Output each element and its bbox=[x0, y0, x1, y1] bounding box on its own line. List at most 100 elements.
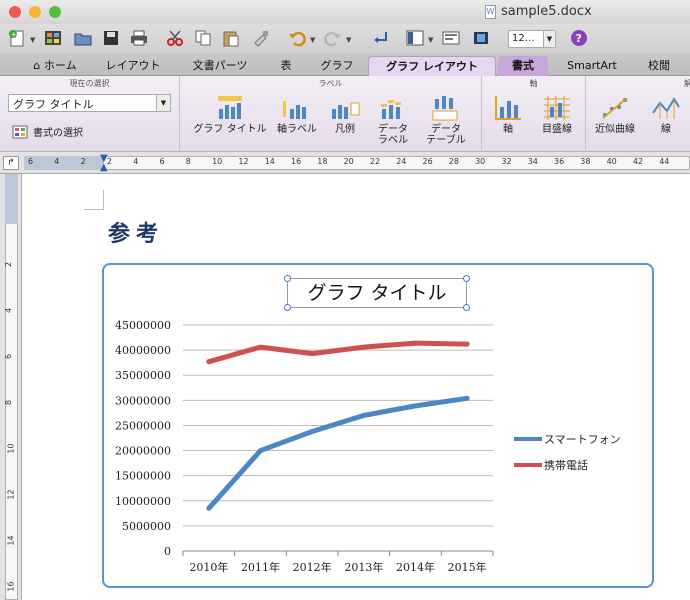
legend-label: 凡例 bbox=[335, 124, 355, 135]
media-button[interactable] bbox=[470, 27, 492, 49]
ruler-number: 8 bbox=[185, 157, 191, 166]
sidebar-icon bbox=[406, 30, 424, 46]
svg-text:?: ? bbox=[576, 32, 582, 45]
help-button[interactable]: ? bbox=[568, 27, 590, 49]
ruler-number: 34 bbox=[527, 157, 538, 166]
sidebar-button[interactable] bbox=[404, 27, 426, 49]
gallery-button[interactable] bbox=[440, 27, 462, 49]
undo-icon bbox=[289, 31, 306, 47]
vertical-ruler-margin-shade bbox=[5, 174, 18, 224]
format-painter-button[interactable] bbox=[250, 27, 272, 49]
zoom-window-button[interactable] bbox=[49, 6, 61, 18]
tab-home[interactable]: ⌂ ホーム bbox=[20, 56, 90, 76]
ruler-number: 10 bbox=[212, 157, 223, 166]
axes-label: 軸 bbox=[503, 124, 513, 135]
ruler-number: 20 bbox=[343, 157, 354, 166]
redo-dropdown-icon[interactable]: ▼ bbox=[346, 36, 351, 44]
vertical-ruler-number: 6 bbox=[4, 353, 14, 360]
tab-stop-selector[interactable]: ↱ bbox=[3, 156, 19, 170]
title-handle-sw[interactable] bbox=[284, 304, 291, 311]
zoom-dropdown-icon[interactable]: ▼ bbox=[543, 31, 555, 47]
lines-label: 線 bbox=[661, 124, 671, 135]
lines-icon bbox=[652, 97, 680, 119]
analysis-group: 解 近似曲線 線 bbox=[586, 76, 690, 152]
axis-labels-button[interactable]: 軸ラベル bbox=[274, 91, 320, 135]
gridlines-label: 目盛線 bbox=[542, 124, 572, 135]
window-title-text: sample5.docx bbox=[501, 4, 592, 19]
title-handle-nw[interactable] bbox=[284, 275, 291, 282]
open-button[interactable] bbox=[72, 27, 94, 49]
minimize-window-button[interactable] bbox=[29, 6, 41, 18]
print-icon bbox=[131, 30, 147, 46]
tab-table[interactable]: 表 bbox=[266, 56, 306, 76]
vertical-ruler-number: 10 bbox=[6, 443, 16, 454]
ruler-number: 6 bbox=[159, 157, 165, 166]
undo-dropdown-icon[interactable]: ▼ bbox=[310, 36, 315, 44]
new-doc-dropdown-icon[interactable]: ▼ bbox=[30, 36, 35, 44]
vertical-ruler[interactable]: 2 4 6 8 10 12 14 16 bbox=[0, 174, 22, 600]
gridlines-button[interactable]: 目盛線 bbox=[532, 91, 582, 135]
tab-smartart[interactable]: SmartArt bbox=[552, 56, 632, 76]
current-selection-dropdown[interactable]: グラフ タイトル ▼ bbox=[8, 94, 171, 112]
save-icon bbox=[104, 31, 118, 45]
ribbon-panel: 現在の選択 グラフ タイトル ▼ 書式の選択 ラベル グラフ タイトル 軸ラベル… bbox=[0, 76, 690, 152]
undo-button[interactable] bbox=[286, 27, 308, 49]
chart-title[interactable]: グラフ タイトル bbox=[287, 278, 467, 308]
legend-item: スマートフォン bbox=[514, 426, 621, 452]
data-labels-button[interactable]: データ ラベル bbox=[370, 91, 416, 146]
zoom-combo[interactable]: 12… ▼ bbox=[508, 30, 556, 48]
cut-button[interactable] bbox=[164, 27, 186, 49]
ruler-number: 32 bbox=[501, 157, 512, 166]
copy-icon bbox=[195, 30, 211, 46]
horizontal-ruler[interactable]: ↱ ▼ ▲ 6 4 2 2 4 6 8 10 12 14 16 18 20 22 24 26 28 30 32 34 36… bbox=[0, 152, 690, 174]
axes-group: 軸 軸 目盛線 bbox=[482, 76, 586, 152]
trendline-button[interactable]: 近似曲線 bbox=[590, 91, 640, 135]
save-button[interactable] bbox=[100, 27, 122, 49]
analysis-group-label: 解 bbox=[684, 79, 690, 88]
chart-title-label: グラフ タイトル bbox=[193, 124, 267, 135]
tab-layout[interactable]: レイアウト bbox=[92, 56, 174, 76]
new-doc-button[interactable]: + bbox=[6, 27, 28, 49]
tab-format[interactable]: 書式 bbox=[498, 56, 548, 76]
window-titlebar: W sample5.docx bbox=[0, 0, 690, 24]
title-handle-ne[interactable] bbox=[463, 275, 470, 282]
title-handle-se[interactable] bbox=[463, 304, 470, 311]
ruler-number: 2 bbox=[80, 157, 86, 166]
labels-group: ラベル グラフ タイトル 軸ラベル 凡例 データ ラベル データ テーブル bbox=[180, 76, 482, 152]
brush-icon bbox=[254, 31, 268, 47]
paste-icon bbox=[223, 31, 239, 47]
sidebar-dropdown-icon[interactable]: ▼ bbox=[428, 36, 433, 44]
home-icon: ⌂ bbox=[33, 59, 44, 72]
format-selection-label: 書式の選択 bbox=[33, 128, 83, 139]
chart-legend[interactable]: スマートフォン 携帯電話 bbox=[514, 426, 621, 478]
tab-chart[interactable]: グラフ bbox=[308, 56, 366, 76]
close-window-button[interactable] bbox=[9, 6, 21, 18]
redo-button[interactable] bbox=[322, 27, 344, 49]
tab-chart-layout[interactable]: グラフ レイアウト bbox=[368, 56, 496, 76]
ruler-number: 40 bbox=[606, 157, 617, 166]
data-table-button[interactable]: データ テーブル bbox=[418, 91, 474, 146]
copy-button[interactable] bbox=[192, 27, 214, 49]
trendline-icon bbox=[602, 97, 628, 119]
chart-title-button[interactable]: グラフ タイトル bbox=[192, 91, 268, 135]
ruler-number: 30 bbox=[475, 157, 486, 166]
svg-text:+: + bbox=[11, 30, 18, 39]
current-selection-value: グラフ タイトル bbox=[13, 98, 94, 111]
data-table-label: データ テーブル bbox=[426, 124, 466, 146]
axes-button[interactable]: 軸 bbox=[490, 91, 526, 135]
standard-toolbar: + ▼ ▼ ▼ ▼ ? bbox=[0, 24, 690, 54]
format-selection-button[interactable]: 書式の選択 bbox=[12, 124, 83, 139]
tab-review[interactable]: 校閲 bbox=[634, 56, 684, 76]
templates-button[interactable] bbox=[42, 27, 64, 49]
axis-labels-label: 軸ラベル bbox=[277, 124, 317, 135]
chart-title-icon bbox=[218, 96, 242, 119]
data-table-icon bbox=[432, 96, 458, 121]
print-button[interactable] bbox=[128, 27, 150, 49]
tab-document-parts[interactable]: 文書パーツ bbox=[176, 56, 264, 76]
paste-button[interactable] bbox=[220, 27, 242, 49]
show-hide-button[interactable] bbox=[370, 27, 392, 49]
ruler-number: 38 bbox=[580, 157, 591, 166]
legend-button[interactable]: 凡例 bbox=[322, 91, 368, 135]
labels-group-label: ラベル bbox=[318, 79, 343, 88]
lines-button[interactable]: 線 bbox=[644, 91, 688, 135]
